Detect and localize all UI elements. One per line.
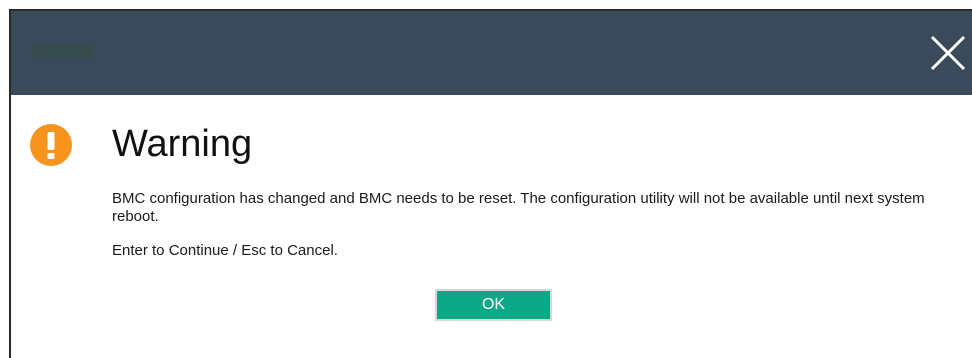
ok-button[interactable]: OK	[435, 289, 552, 321]
warning-dialog: Warning BMC configuration has changed an…	[9, 9, 972, 358]
dialog-message: BMC configuration has changed and BMC ne…	[112, 190, 925, 225]
dialog-title: Warning	[112, 123, 253, 165]
dialog-instruction: Enter to Continue / Esc to Cancel.	[112, 242, 338, 259]
dialog-body: Warning BMC configuration has changed an…	[11, 95, 972, 358]
dialog-titlebar	[11, 11, 972, 95]
brand-logo	[33, 41, 97, 61]
warning-exclamation-icon	[30, 124, 72, 166]
close-icon	[930, 35, 966, 71]
close-button[interactable]	[926, 31, 970, 75]
